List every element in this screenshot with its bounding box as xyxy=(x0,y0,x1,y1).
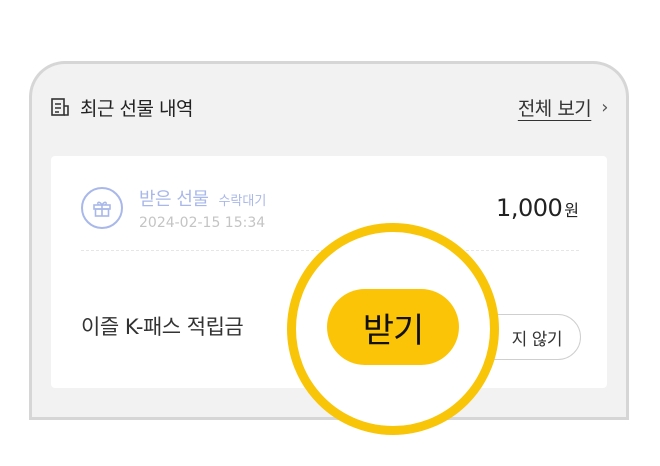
recent-gifts-header: 최근 선물 내역 전체 보기 › xyxy=(50,92,608,122)
gift-icon xyxy=(81,187,123,229)
chevron-right-icon: › xyxy=(601,96,608,118)
gift-date: 2024-02-15 15:34 xyxy=(139,215,266,231)
receive-button[interactable]: 받기 xyxy=(327,289,459,365)
screen: 최근 선물 내역 전체 보기 › 받은 선물 수락대기 2024-02-15 1… xyxy=(0,0,660,466)
view-all-label: 전체 보기 xyxy=(517,97,592,120)
gift-text: 받은 선물 수락대기 2024-02-15 15:34 xyxy=(139,185,266,231)
phone-bottom-area xyxy=(29,417,629,466)
header-title: 최근 선물 내역 xyxy=(80,97,193,120)
gift-list-item[interactable]: 받은 선물 수락대기 2024-02-15 15:34 1,000 원 xyxy=(81,180,579,236)
gift-amount: 1,000 원 xyxy=(496,194,579,222)
gift-amount-unit: 원 xyxy=(564,201,579,220)
gift-amount-value: 1,000 xyxy=(496,194,563,222)
gift-title-row: 받은 선물 수락대기 xyxy=(139,185,266,211)
gift-info: 받은 선물 수락대기 2024-02-15 15:34 xyxy=(81,185,266,231)
view-all-link[interactable]: 전체 보기 › xyxy=(517,94,609,121)
gift-status-badge: 수락대기 xyxy=(218,194,267,209)
header-title-group: 최근 선물 내역 xyxy=(50,94,193,121)
point-label: 이즐 K-패스 적립금 xyxy=(81,315,244,339)
list-document-icon xyxy=(50,97,70,117)
gift-title: 받은 선물 xyxy=(139,189,209,210)
